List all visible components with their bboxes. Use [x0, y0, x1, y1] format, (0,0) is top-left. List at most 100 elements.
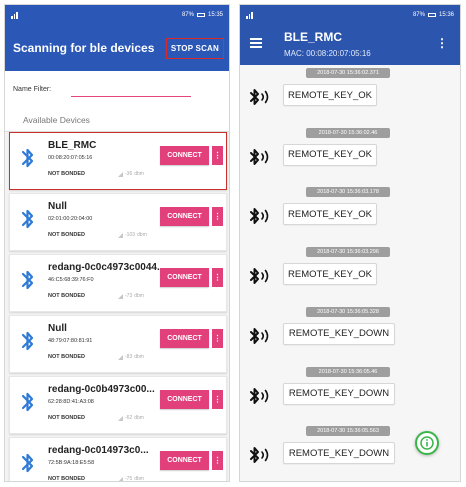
bond-status: NOT BONDED [48, 293, 85, 299]
device-name: Null [48, 323, 67, 334]
stop-scan-button[interactable]: STOP SCAN [165, 37, 224, 59]
bond-status: NOT BONDED [48, 476, 85, 481]
device-mac: 48:79:07:80:81:91 [48, 338, 93, 344]
device-mac: 72:5B:9A:18:E5:58 [48, 460, 95, 466]
name-filter-row: Name Filter: [5, 71, 229, 107]
rssi-readout: -62 dbm [118, 415, 144, 421]
rssi-unit: dbm [134, 415, 144, 421]
time-text: 15:35 [207, 12, 223, 18]
bluetooth-signal-icon [248, 84, 274, 110]
bluetooth-icon [19, 267, 37, 293]
device-card[interactable]: redang-0c0b4973c00... 62:28:8D:41:A3:08 NO… [9, 376, 227, 434]
connect-button[interactable]: CONNECT [160, 451, 209, 470]
connect-button[interactable]: CONNECT [160, 329, 209, 348]
rssi-readout: -73 dbm [118, 293, 144, 299]
message-timestamp: 2018-07-30 15:36:05.46 [306, 366, 390, 377]
connect-button[interactable]: CONNECT [160, 390, 209, 409]
message-command: REMOTE_KEY_OK [283, 263, 377, 286]
message-timestamp: 2018-07-30 15:36:02.371 [306, 68, 390, 78]
device-name: redang-0c0b4973c00... [48, 384, 155, 395]
bond-status: NOT BONDED [48, 232, 85, 238]
scan-screen: 87% 15:35 Scanning for ble devices STOP … [4, 4, 230, 482]
bluetooth-icon [19, 389, 37, 415]
message-command: REMOTE_KEY_DOWN [283, 382, 395, 405]
message-timestamp: 2018-07-30 15:36:05.328 [306, 306, 390, 317]
message-row: 2018-07-30 15:36:05.563 REMOTE_KEY_DOWN [240, 5, 460, 465]
device-name: redang-0c0c4973c0044... [48, 262, 166, 273]
device-card[interactable]: Null 02:01:00:20:04:00 NOT BONDED -103 dbm CO… [9, 193, 227, 251]
bluetooth-signal-icon [248, 263, 274, 289]
info-icon [420, 436, 434, 450]
battery-icon [196, 13, 205, 17]
message-command: REMOTE_KEY_DOWN [283, 442, 395, 465]
signal-strength-icon [118, 232, 123, 238]
rssi-value: -36 [125, 171, 133, 177]
battery-text: 87% [181, 12, 194, 18]
bluetooth-icon [19, 206, 37, 232]
connect-button[interactable]: CONNECT [160, 268, 209, 287]
message-timestamp: 2018-07-30 15:36:02.46 [306, 127, 390, 138]
status-right: 87% 15:35 [182, 12, 223, 18]
device-name: BLE_RMC [48, 140, 97, 151]
rssi-unit: dbm [134, 171, 144, 177]
bluetooth-signal-icon [248, 323, 274, 349]
bluetooth-signal-icon [248, 203, 274, 229]
device-card[interactable]: redang-0c014973c0... 72:5B:9A:18:E5:58 NOT… [9, 437, 227, 481]
bluetooth-signal-icon [248, 144, 274, 170]
page-title: Scanning for ble devices [13, 41, 155, 55]
bond-status: NOT BONDED [48, 171, 85, 177]
device-more-button[interactable]: ⋮ [212, 268, 223, 287]
message-command: REMOTE_KEY_OK [283, 84, 377, 106]
signal-strength-icon [118, 354, 123, 360]
bluetooth-signal-icon [248, 442, 274, 468]
device-card[interactable]: BLE_RMC 00:08:20:07:05:16 NOT BONDED -36 dbm… [9, 132, 227, 190]
bluetooth-icon [19, 450, 37, 476]
signal-strength-icon [118, 476, 123, 481]
device-mac: 46:C5:68:39:76:F0 [48, 277, 94, 283]
rssi-readout: -83 dbm [118, 354, 144, 360]
bluetooth-icon [19, 145, 37, 171]
device-log-screen: 87% 15:36 BLE_RMC MAC: 00:08:20:07:05:16… [239, 4, 461, 482]
rssi-unit: dbm [134, 293, 144, 299]
device-more-button[interactable]: ⋮ [212, 146, 223, 165]
connect-button[interactable]: CONNECT [160, 146, 209, 165]
rssi-value: -75 [125, 476, 133, 481]
name-filter-label: Name Filter: [13, 85, 52, 93]
signal-strength-icon [118, 293, 123, 299]
bluetooth-signal-icon [248, 383, 274, 409]
device-name: redang-0c014973c0... [48, 445, 149, 456]
bond-status: NOT BONDED [48, 415, 85, 421]
device-list: BLE_RMC 00:08:20:07:05:16 NOT BONDED -36 dbm… [5, 132, 229, 481]
message-command: REMOTE_KEY_DOWN [283, 322, 395, 345]
info-button[interactable] [415, 431, 439, 455]
device-more-button[interactable]: ⋮ [212, 390, 223, 409]
signal-icon [11, 11, 18, 19]
device-card[interactable]: Null 48:79:07:80:81:91 NOT BONDED -83 dbm CON… [9, 315, 227, 373]
bond-status: NOT BONDED [48, 354, 85, 360]
device-more-button[interactable]: ⋮ [212, 451, 223, 470]
rssi-unit: dbm [134, 354, 144, 360]
rssi-value: -62 [125, 415, 133, 421]
device-mac: 02:01:00:20:04:00 [48, 216, 93, 222]
available-devices-heading: Available Devices [5, 107, 229, 132]
message-timestamp: 2018-07-30 15:36:03.178 [306, 187, 390, 198]
connect-button[interactable]: CONNECT [160, 207, 209, 226]
rssi-unit: dbm [137, 232, 147, 238]
status-bar: 87% 15:35 [5, 5, 229, 25]
signal-strength-icon [118, 171, 123, 177]
device-name: Null [48, 201, 67, 212]
rssi-value: -103 [125, 232, 136, 238]
device-more-button[interactable]: ⋮ [212, 207, 223, 226]
name-filter-input[interactable] [71, 81, 191, 97]
rssi-value: -83 [125, 354, 133, 360]
device-mac: 62:28:8D:41:A3:08 [48, 399, 94, 405]
device-mac: 00:08:20:07:05:16 [48, 155, 93, 161]
device-card[interactable]: redang-0c0c4973c0044... 46:C5:68:39:76:F0… [9, 254, 227, 312]
signal-strength-icon [118, 415, 123, 421]
rssi-readout: -103 dbm [118, 232, 147, 238]
bluetooth-icon [19, 328, 37, 354]
message-timestamp: 2018-07-30 15:36:03.296 [306, 247, 390, 258]
message-command: REMOTE_KEY_OK [283, 143, 377, 166]
app-bar: Scanning for ble devices STOP SCAN [5, 25, 229, 71]
device-more-button[interactable]: ⋮ [212, 329, 223, 348]
